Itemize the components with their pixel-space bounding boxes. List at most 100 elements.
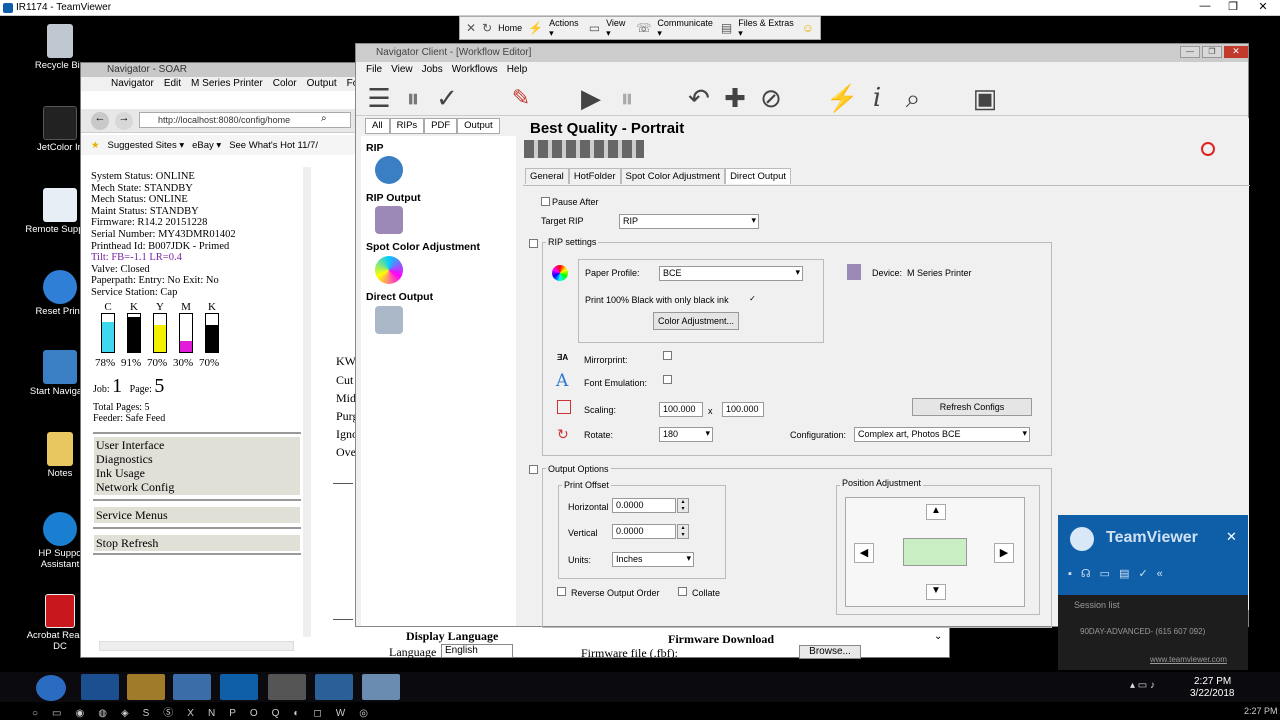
mirrorprint-checkbox[interactable] — [663, 351, 672, 360]
component-direct-output[interactable]: Direct Output — [366, 291, 433, 303]
nc-menu-view[interactable]: View — [391, 64, 413, 76]
toolbar-communicate[interactable]: Communicate ▾ — [657, 18, 715, 39]
nc-menu-help[interactable]: Help — [507, 64, 528, 76]
back-icon[interactable]: ← — [91, 112, 109, 130]
nc-close-button[interactable]: ✕ — [1224, 46, 1248, 58]
output-options-toggle[interactable] — [529, 465, 538, 474]
left-horizontal-scrollbar[interactable] — [99, 641, 294, 651]
close-session-icon[interactable]: ✕ — [466, 21, 476, 35]
restore-button[interactable]: ❐ — [1218, 0, 1248, 16]
reverse-output-checkbox[interactable] — [557, 587, 566, 596]
nc-menu-workflows[interactable]: Workflows — [452, 64, 498, 76]
toolbar-files[interactable]: Files & Extras ▾ — [738, 18, 796, 39]
local-taskbar-icons[interactable]: ○▭◉◍◈SⓈXNPOQ◐◻W◎ — [32, 704, 382, 719]
pause-icon[interactable]: ⏸ — [398, 83, 428, 113]
session-list-header[interactable]: Session list — [1074, 600, 1120, 610]
check-icon[interactable]: ✓ — [432, 83, 462, 113]
nc-restore-button[interactable]: ❐ — [1202, 46, 1222, 58]
down-arrow-button[interactable]: ▼ — [926, 584, 946, 600]
tab-direct-output[interactable]: Direct Output — [725, 168, 792, 184]
soar-menu-output[interactable]: Output — [307, 78, 337, 90]
component-rip-output[interactable]: RIP Output — [366, 192, 421, 204]
left-tab-rips[interactable]: RIPs — [389, 118, 425, 134]
favorites-star-icon[interactable]: ★ — [91, 140, 100, 151]
toolbar-view[interactable]: View ▾ — [606, 18, 630, 39]
panel-close-icon[interactable]: ✕ — [1226, 529, 1237, 545]
undo-icon[interactable]: ↶ — [684, 83, 714, 113]
nc-minimize-button[interactable]: — — [1180, 46, 1200, 58]
fav-suggested[interactable]: Suggested Sites ▾ — [108, 140, 185, 151]
close-dropdown-icon[interactable]: ⌄ — [934, 631, 942, 642]
paper-profile-select[interactable]: BCE — [659, 266, 803, 281]
smiley-icon[interactable]: ☺ — [802, 21, 814, 35]
browse-button[interactable]: Browse... — [799, 645, 861, 659]
configuration-select[interactable]: Complex art, Photos BCE — [854, 427, 1030, 442]
tab-hotfolder[interactable]: HotFolder — [568, 168, 621, 184]
horizontal-input[interactable]: 0.0000 — [612, 498, 676, 513]
left-tab-output[interactable]: Output — [457, 118, 500, 134]
plug-icon[interactable]: ⚡ — [826, 83, 858, 113]
minimize-button[interactable]: — — [1190, 0, 1220, 16]
tab-general[interactable]: General — [525, 168, 569, 184]
rip-output-icon[interactable] — [375, 206, 403, 234]
scale-x-input[interactable]: 100.000 — [659, 402, 703, 417]
menu-icon[interactable]: ☰ — [364, 83, 394, 113]
forward-icon[interactable]: → — [115, 112, 133, 130]
panel-tools-icons[interactable]: ▪☊▭▤✓« — [1068, 567, 1172, 580]
soar-menu-navigator[interactable]: Navigator — [111, 78, 154, 90]
collate-checkbox[interactable] — [678, 587, 687, 596]
link-diagnostics[interactable]: Diagnostics — [96, 452, 298, 466]
tray-icons[interactable]: ▴ ▭ ♪ — [1130, 680, 1155, 691]
left-vertical-scrollbar[interactable] — [303, 167, 311, 637]
left-tab-all[interactable]: All — [365, 118, 390, 134]
fav-ebay[interactable]: eBay ▾ — [192, 140, 221, 151]
add-icon[interactable]: ✚ — [720, 83, 750, 113]
print-black-checkbox[interactable]: ✓ — [748, 295, 757, 304]
link-service-menus[interactable]: Service Menus — [94, 507, 300, 523]
printer-icon[interactable] — [375, 306, 403, 334]
up-arrow-button[interactable]: ▲ — [926, 504, 946, 520]
link-ink-usage[interactable]: Ink Usage — [96, 466, 298, 480]
rip-settings-toggle[interactable] — [529, 239, 538, 248]
language-select[interactable]: English — [441, 644, 513, 658]
magnify-icon[interactable]: ⌕ — [898, 83, 928, 113]
play-icon[interactable]: ▶ — [576, 83, 606, 113]
component-rip[interactable]: RIP — [366, 142, 384, 154]
right-arrow-button[interactable]: ▶ — [994, 543, 1014, 563]
soar-menu-color[interactable]: Color — [273, 78, 297, 90]
link-stop-refresh[interactable]: Stop Refresh — [94, 535, 300, 551]
units-select[interactable]: Inches — [612, 552, 694, 567]
soar-menu-mseries[interactable]: M Series Printer — [191, 78, 263, 90]
explorer-icon[interactable] — [127, 674, 165, 700]
left-tab-pdf[interactable]: PDF — [424, 118, 458, 134]
font-emulation-checkbox[interactable] — [663, 375, 672, 384]
pause-after-checkbox[interactable] — [541, 197, 550, 206]
url-input[interactable]: http://localhost:8080/config/home — [139, 112, 351, 128]
app-task-icon[interactable] — [268, 674, 306, 700]
navigator-n-icon[interactable] — [375, 156, 403, 184]
color-adjustment-button[interactable]: Color Adjustment... — [653, 312, 739, 330]
wrench-icon[interactable]: ✎ — [506, 83, 536, 113]
rotate-select[interactable]: 180 — [659, 427, 713, 442]
navigator-task-icon[interactable] — [315, 674, 353, 700]
vertical-stepper[interactable]: ▴ ▾ — [677, 524, 689, 539]
tab-spot-color[interactable]: Spot Color Adjustment — [620, 168, 726, 184]
toolbar-actions[interactable]: Actions ▾ — [549, 18, 583, 39]
teamviewer-link[interactable]: www.teamviewer.com — [1150, 655, 1227, 664]
search-icon[interactable]: ⌕ — [321, 113, 327, 124]
navigator-client-task-icon[interactable] — [362, 674, 400, 700]
spot-color-icon[interactable] — [375, 256, 403, 284]
fav-hot[interactable]: See What's Hot 11/7/ — [229, 140, 318, 151]
session-item[interactable]: 90DAY-ADVANCED- (615 607 092) — [1080, 627, 1205, 636]
link-network-config[interactable]: Network Config — [96, 480, 298, 494]
scale-y-input[interactable]: 100.000 — [722, 402, 764, 417]
teamviewer-task-icon[interactable] — [220, 674, 258, 700]
start-button[interactable] — [36, 675, 66, 701]
cancel-icon[interactable]: ⊘ — [756, 83, 786, 113]
nc-menu-jobs[interactable]: Jobs — [422, 64, 443, 76]
toolbar-home[interactable]: Home — [498, 23, 522, 33]
toolbox-icon[interactable]: ▣ — [970, 83, 1000, 113]
link-user-interface[interactable]: User Interface — [96, 438, 298, 452]
soar-menu-edit[interactable]: Edit — [164, 78, 181, 90]
stop-workflow-icon[interactable] — [1201, 142, 1215, 156]
